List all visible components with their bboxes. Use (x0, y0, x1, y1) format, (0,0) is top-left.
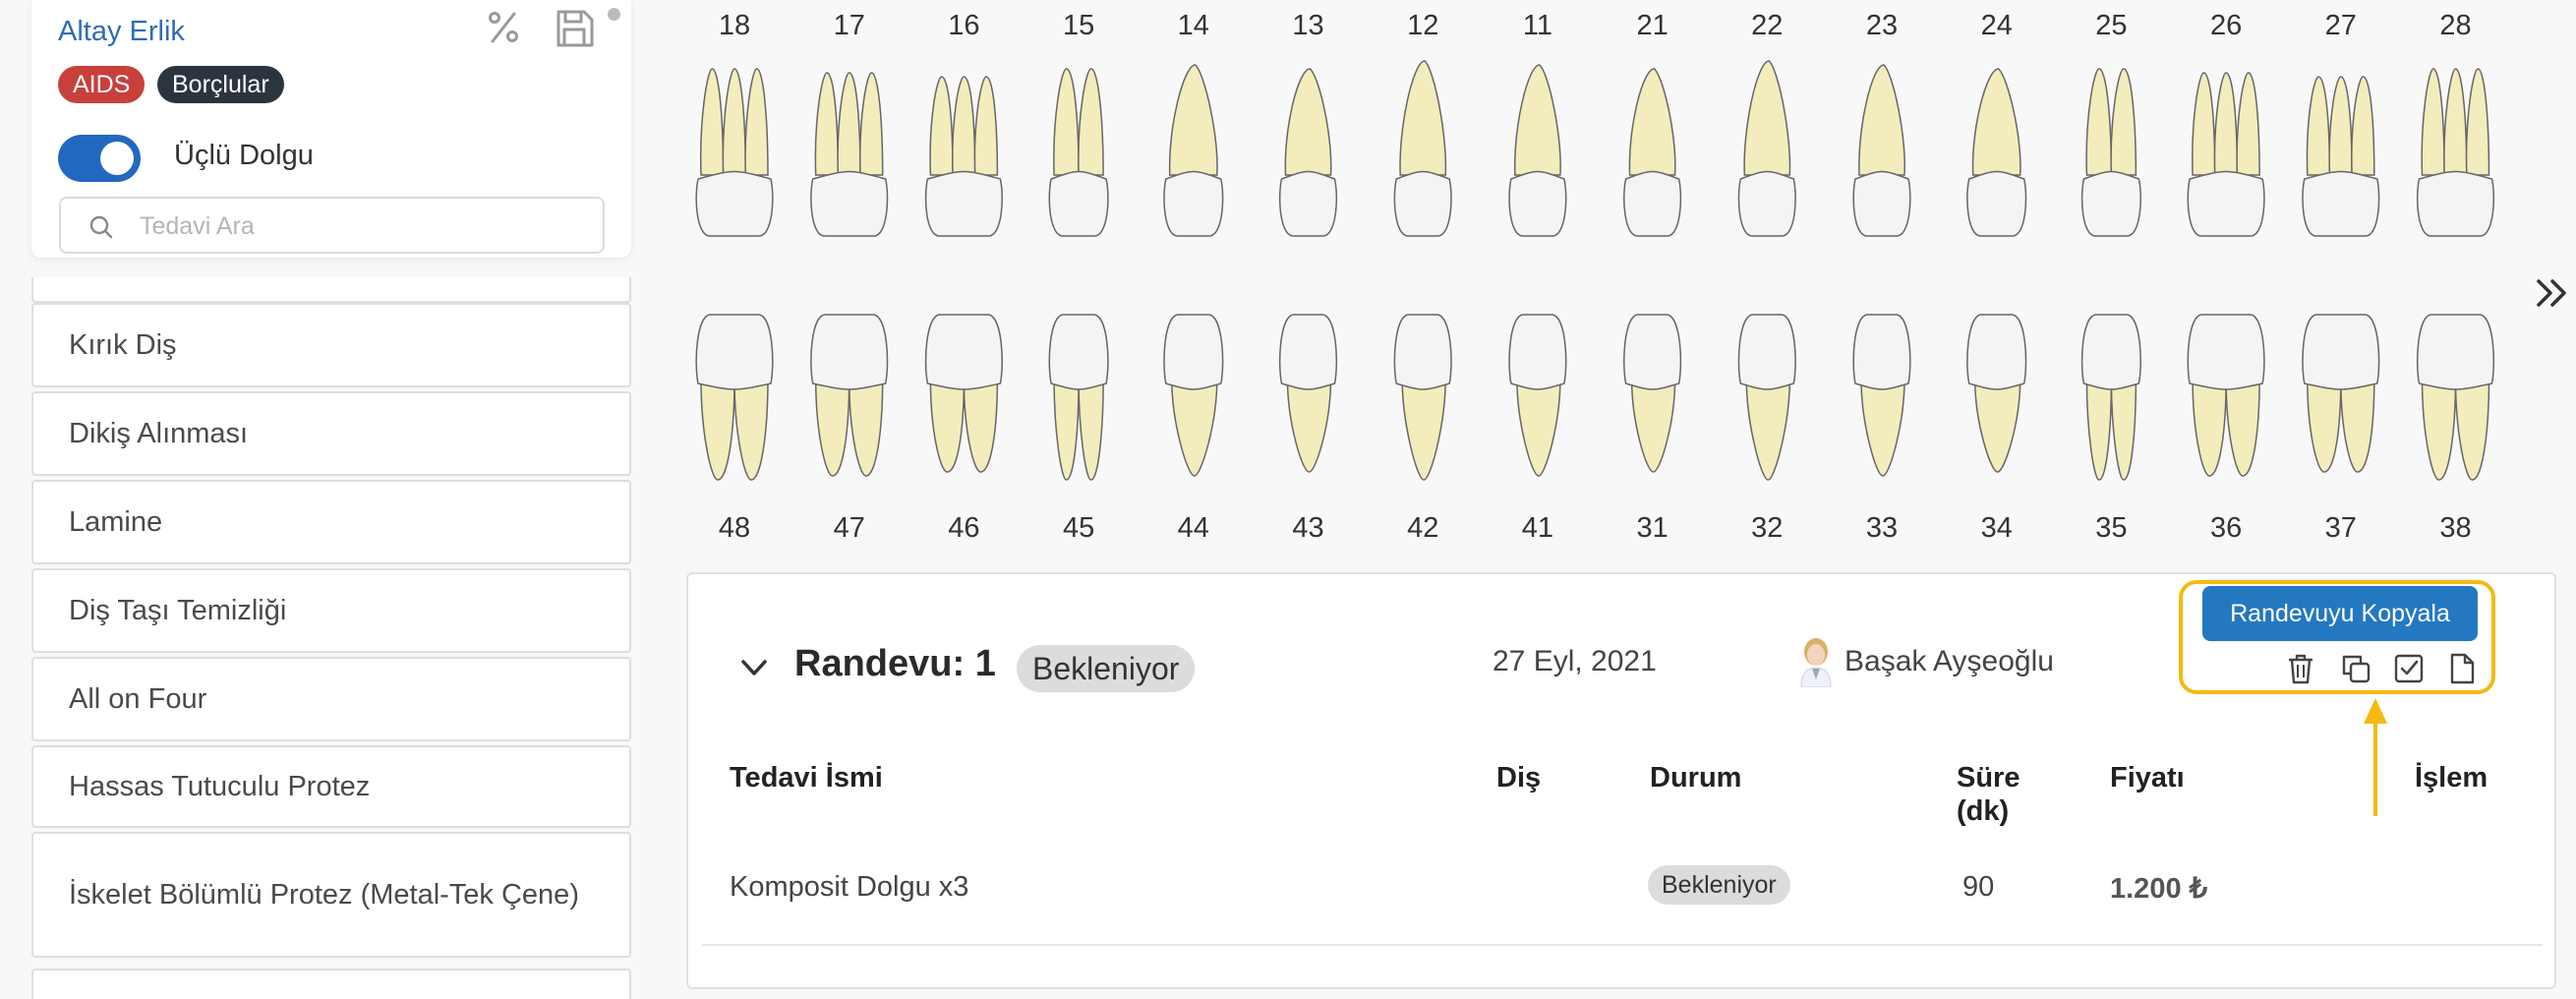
tooth-number: 38 (2439, 512, 2471, 544)
tooth-number: 25 (2095, 10, 2127, 41)
tooth-number: 48 (719, 512, 750, 544)
upper-tooth-14[interactable]: 14 (1163, 10, 1224, 237)
tooth-number: 12 (1407, 10, 1438, 41)
tooth-number: 14 (1178, 10, 1209, 41)
copy-icon[interactable] (2338, 651, 2373, 686)
row-treatment-name: Komposit Dolgu x3 (730, 871, 969, 903)
tooth-number: 13 (1292, 10, 1323, 41)
tooth-number: 42 (1407, 512, 1438, 544)
tooth-number: 43 (1292, 512, 1323, 544)
treatment-item[interactable]: Hassas Tutuculu Protez (31, 745, 631, 828)
tooth-number: 33 (1866, 512, 1898, 544)
tooth-number: 37 (2325, 512, 2357, 544)
tooth-number: 23 (1866, 10, 1898, 41)
tooth-number: 17 (834, 10, 865, 41)
treatment-item[interactable]: Diş Taşı Temizliği (31, 568, 631, 653)
upper-tooth-15[interactable]: 15 (1048, 10, 1109, 237)
col-duration-label: Süre (1957, 762, 2020, 793)
double-chevron-right-icon[interactable] (2533, 273, 2572, 313)
appointment-date: 27 Eyl, 2021 (1493, 645, 1657, 677)
doctor-avatar (1800, 638, 1832, 687)
col-treatment-name: Tedavi İsmi (730, 762, 883, 793)
dental-chart-screen: Altay Erlik AIDS Borçlular Üçlü Dolgu Kı… (0, 0, 2576, 999)
col-duration-unit: (dk) (1957, 795, 2010, 827)
tooth-number: 47 (834, 512, 865, 544)
tooth-number: 27 (2325, 10, 2357, 41)
tooth-number: 21 (1636, 10, 1668, 41)
lower-tooth-45[interactable]: 45 (1048, 314, 1109, 544)
col-duration: Süre (dk) (1957, 761, 2020, 828)
lower-tooth-43[interactable]: 43 (1278, 314, 1338, 544)
appointment-panel: Randevu: 1 Bekleniyor 27 Eyl, 2021 Başak… (686, 572, 2556, 989)
row-price: 1.200 ₺ (2110, 873, 2208, 905)
treatment-item[interactable]: All on Four (31, 657, 631, 741)
upper-tooth-13[interactable]: 13 (1278, 10, 1338, 237)
lower-tooth-44[interactable]: 44 (1163, 314, 1224, 544)
upper-tooth-25[interactable]: 25 (2080, 10, 2141, 237)
doctor-name: Başak Ayşeoğlu (1844, 645, 2054, 677)
lower-tooth-35[interactable]: 35 (2080, 314, 2141, 544)
tooth-number: 15 (1063, 10, 1094, 41)
row-divider (702, 944, 2543, 946)
upper-tooth-16[interactable]: 16 (924, 10, 1003, 237)
copy-appointment-button[interactable]: Randevuyu Kopyala (2202, 586, 2478, 641)
tooth-number: 41 (1522, 512, 1553, 544)
teeth-chart: 18 17 16 15 14 13 12 11 21 22 23 24 25 26 27 28 48 47 46 45… (695, 10, 2495, 544)
lower-tooth-36[interactable]: 36 (2187, 314, 2265, 544)
tooth-number: 31 (1636, 512, 1668, 544)
col-status: Durum (1650, 762, 1742, 793)
upper-tooth-27[interactable]: 27 (2302, 10, 2380, 237)
lower-tooth-31[interactable]: 31 (1623, 314, 1682, 544)
tooth-number: 34 (1981, 512, 2013, 544)
lower-tooth-32[interactable]: 32 (1737, 314, 1796, 544)
upper-tooth-18[interactable]: 18 (695, 10, 774, 237)
col-tooth: Diş (1496, 762, 1542, 793)
upper-tooth-22[interactable]: 22 (1737, 10, 1796, 237)
treatment-item-partial[interactable] (31, 969, 631, 999)
tooth-number: 44 (1178, 512, 1209, 544)
lower-tooth-38[interactable]: 38 (2416, 314, 2495, 544)
tooth-number: 28 (2439, 10, 2471, 41)
upper-tooth-28[interactable]: 28 (2416, 10, 2495, 237)
lower-tooth-46[interactable]: 46 (924, 314, 1003, 544)
tooth-number: 36 (2210, 512, 2242, 544)
row-duration: 90 (1962, 871, 1995, 903)
treatment-item[interactable]: İskelet Bölümlü Protez (Metal-Tek Çene) (31, 832, 631, 958)
tooth-number: 16 (948, 10, 979, 41)
upper-tooth-26[interactable]: 26 (2187, 10, 2265, 237)
tooth-number: 45 (1063, 512, 1094, 544)
chevron-down-icon[interactable] (737, 651, 771, 684)
row-status-badge: Bekleniyor (1648, 865, 1790, 905)
tooth-number: 46 (948, 512, 979, 544)
tooth-number: 11 (1523, 10, 1552, 41)
upper-tooth-17[interactable]: 17 (810, 10, 889, 237)
tooth-number: 24 (1981, 10, 2013, 41)
checkbox-check-icon[interactable] (2391, 651, 2427, 686)
appointment-title: Randevu: 1 (794, 643, 996, 684)
arrow-up-icon (2364, 698, 2387, 816)
upper-tooth-24[interactable]: 24 (1966, 10, 2027, 237)
upper-tooth-21[interactable]: 21 (1623, 10, 1682, 237)
tooth-number: 18 (719, 10, 750, 41)
tooth-number: 26 (2210, 10, 2242, 41)
trash-icon[interactable] (2283, 651, 2318, 686)
document-icon[interactable] (2444, 651, 2480, 686)
upper-tooth-23[interactable]: 23 (1852, 10, 1911, 237)
col-price: Fiyatı (2110, 762, 2185, 793)
lower-tooth-33[interactable]: 33 (1852, 314, 1911, 544)
lower-tooth-41[interactable]: 41 (1508, 314, 1567, 544)
tooth-number: 32 (1751, 512, 1783, 544)
upper-tooth-11[interactable]: 11 (1508, 10, 1567, 237)
lower-tooth-34[interactable]: 34 (1966, 314, 2027, 544)
lower-tooth-47[interactable]: 47 (810, 314, 889, 544)
col-action: İşlem (2415, 762, 2488, 793)
lower-tooth-37[interactable]: 37 (2302, 314, 2380, 544)
tooth-number: 35 (2095, 512, 2127, 544)
upper-tooth-12[interactable]: 12 (1393, 10, 1452, 237)
lower-tooth-48[interactable]: 48 (695, 314, 774, 544)
lower-tooth-42[interactable]: 42 (1393, 314, 1452, 544)
appointment-status-badge: Bekleniyor (1017, 645, 1196, 692)
tooth-number: 22 (1751, 10, 1783, 41)
